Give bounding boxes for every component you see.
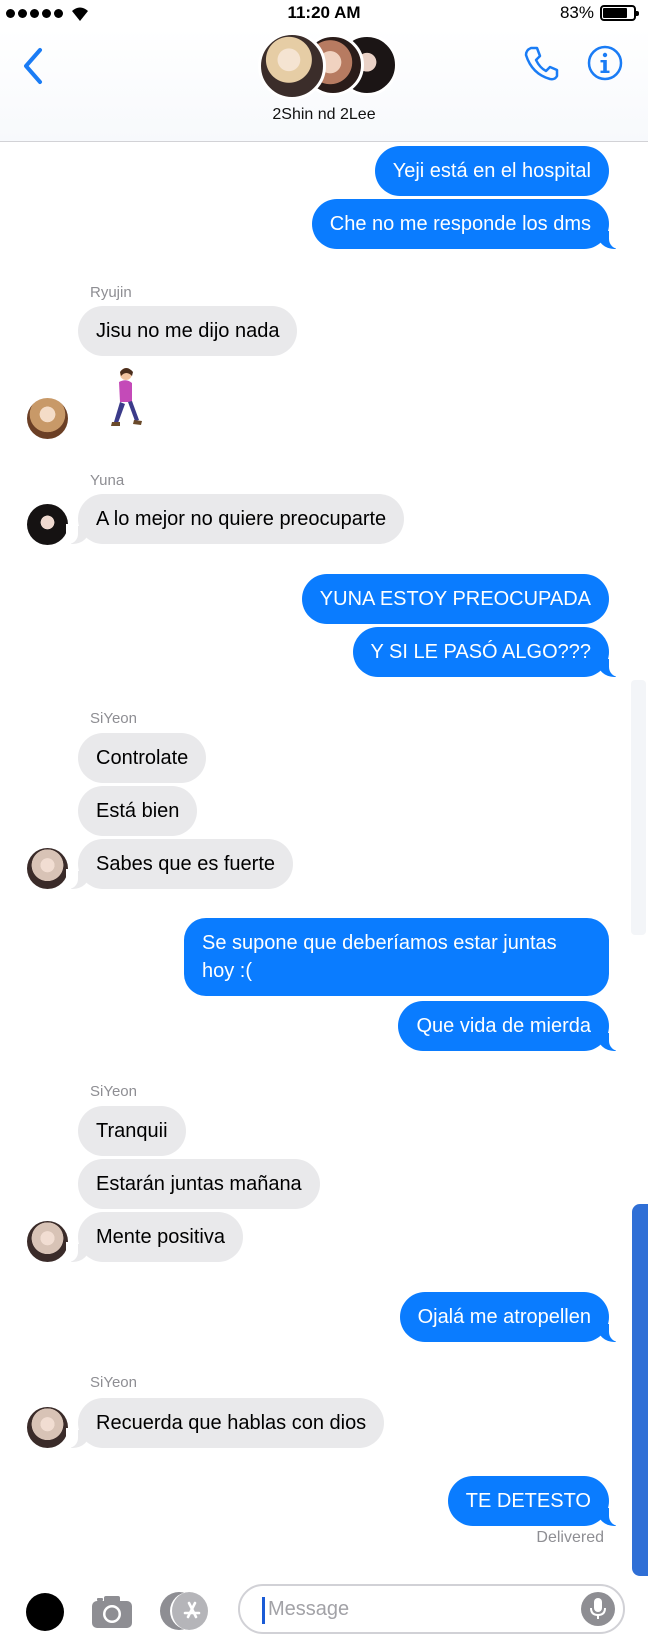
text-cursor xyxy=(262,1597,265,1624)
avatar[interactable] xyxy=(27,1221,68,1262)
sender-name: Ryujin xyxy=(90,284,132,301)
app-store-button[interactable] xyxy=(160,1592,214,1630)
group-name[interactable]: 2Shin nd 2Lee xyxy=(0,106,648,124)
app-store-icon xyxy=(183,1601,201,1619)
microphone-button[interactable] xyxy=(581,1592,615,1626)
message-sent[interactable]: Que vida de mierda xyxy=(398,1001,621,1051)
message-received[interactable]: Recuerda que hablas con dios xyxy=(65,1398,385,1448)
info-icon[interactable] xyxy=(586,44,624,82)
avatar xyxy=(258,32,326,100)
message-sent[interactable]: Y SI LE PASÓ ALGO??? xyxy=(352,627,621,677)
message-received[interactable]: Controlate xyxy=(78,733,207,783)
message-compose-bar: Message xyxy=(0,1576,648,1642)
conversation-header: 2Shin nd 2Lee xyxy=(0,28,648,142)
message-received[interactable]: Sabes que es fuerte xyxy=(65,839,294,889)
group-avatars[interactable] xyxy=(258,32,398,102)
message-placeholder: Message xyxy=(268,1598,350,1620)
avatar[interactable] xyxy=(27,1407,68,1448)
message-sent[interactable]: YUNA ESTOY PREOCUPADA xyxy=(301,574,609,624)
avatar[interactable] xyxy=(27,848,68,889)
microphone-icon xyxy=(590,1598,606,1619)
avatar[interactable] xyxy=(27,398,68,439)
message-sent[interactable]: Se supone que deberíamos estar juntas ho… xyxy=(184,918,609,996)
avatar[interactable] xyxy=(27,504,68,545)
message-received[interactable]: Estarán juntas mañana xyxy=(78,1159,320,1209)
message-received[interactable]: A lo mejor no quiere preocuparte xyxy=(65,494,405,544)
status-bar: 11:20 AM 83% xyxy=(0,0,648,28)
message-sent[interactable]: Che no me responde los dms xyxy=(311,199,622,249)
message-received[interactable]: Mente positiva xyxy=(66,1212,243,1262)
message-received[interactable]: Jisu no me dijo nada xyxy=(78,306,298,356)
status-time: 11:20 AM xyxy=(287,3,361,22)
message-sent[interactable]: Yeji está en el hospital xyxy=(374,146,609,196)
scroll-track[interactable] xyxy=(631,680,646,935)
message-received[interactable]: Tranquii xyxy=(78,1106,186,1156)
sender-name: SiYeon xyxy=(90,710,137,727)
sender-name: SiYeon xyxy=(90,1083,137,1100)
scrollbar-thumb[interactable] xyxy=(632,1204,648,1576)
camera-icon[interactable] xyxy=(90,1594,134,1630)
message-input[interactable]: Message xyxy=(238,1584,625,1634)
battery-icon xyxy=(600,5,639,21)
record-button[interactable] xyxy=(26,1593,64,1631)
message-sent[interactable]: Ojalá me atropellen xyxy=(399,1292,622,1342)
battery-percentage: 83% xyxy=(559,3,594,22)
delivered-status: Delivered xyxy=(536,1529,604,1546)
message-sent[interactable]: TE DETESTO xyxy=(447,1476,622,1526)
back-button[interactable] xyxy=(20,46,46,86)
phone-icon[interactable] xyxy=(522,44,560,82)
woman-walking-emoji[interactable] xyxy=(108,366,144,428)
sender-name: Yuna xyxy=(90,472,125,489)
message-received[interactable]: Está bien xyxy=(78,786,198,836)
sender-name: SiYeon xyxy=(90,1374,137,1391)
